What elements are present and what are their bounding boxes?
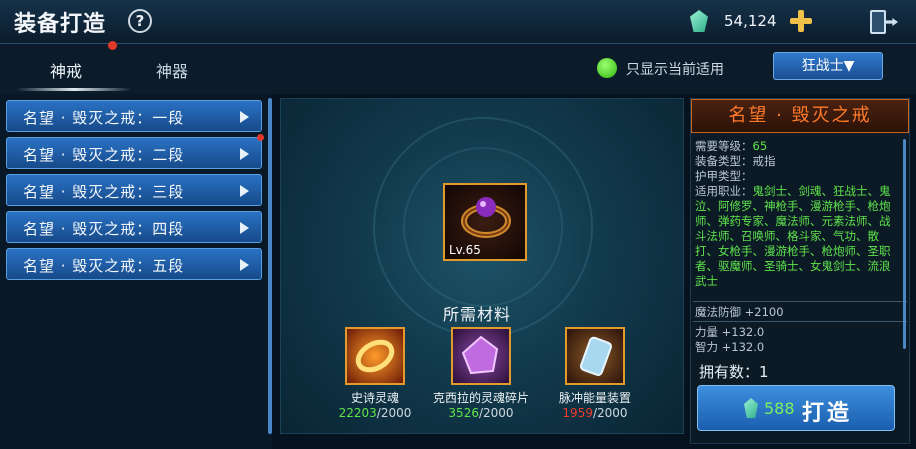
crafting-area: Lv.65 所需材料 史诗灵魂 22203/2000 克西拉的灵魂碎片 3526… [280, 98, 684, 434]
door-icon [870, 10, 886, 34]
recipe-list: 名望 · 毁灭之戒：一段 名望 · 毁灭之戒：二段 名望 · 毁灭之戒：三段 名… [0, 94, 272, 449]
jobs-label: 适用职业： [695, 184, 753, 198]
material-name: 史诗灵魂 [350, 391, 399, 405]
recipe-item[interactable]: 名望 · 毁灭之戒：一段 [6, 100, 262, 132]
currency-value: 54,124 [724, 12, 777, 30]
gem-currency-icon [690, 10, 708, 32]
recipe-item[interactable]: 名望 · 毁灭之戒：二段 [6, 137, 262, 169]
result-item-slot[interactable]: Lv.65 [443, 183, 527, 261]
recipe-item[interactable]: 名望 · 毁灭之戒：五段 [6, 248, 262, 280]
stat-strength: 力量 +132.0 [695, 325, 765, 339]
ring-icon [461, 197, 511, 238]
recipe-label: 名望 · 毁灭之戒：五段 [23, 257, 185, 275]
material-count: 22203/2000 [315, 406, 435, 420]
material-item[interactable]: 史诗灵魂 22203/2000 [315, 327, 435, 420]
tabs-bar: 神戒 神器 只显示当前适用 狂战士▼ [0, 41, 916, 94]
recipe-item[interactable]: 名望 · 毁灭之戒：四段 [6, 211, 262, 243]
item-level: Lv.65 [449, 243, 481, 257]
material-name: 脉冲能量装置 [558, 391, 631, 405]
notification-dot [108, 41, 117, 50]
top-bar: 装备打造 ? 54,124 [0, 0, 916, 44]
material-have: 3526 [448, 406, 479, 420]
epic-soul-icon [355, 339, 395, 373]
jobs-value: 鬼剑士、剑魂、狂战士、鬼泣、阿修罗、神枪手、漫游枪手、枪炮师、弹药专家、魔法师、… [695, 184, 891, 288]
material-count: 3526/2000 [421, 406, 541, 420]
soul-fragment-icon [461, 335, 499, 375]
material-count: 1959/2000 [535, 406, 655, 420]
stat-intelligence: 智力 +132.0 [695, 340, 765, 354]
page-title: 装备打造 [14, 12, 107, 37]
notification-dot [257, 134, 264, 141]
tab-ring[interactable]: 神戒 [50, 58, 82, 82]
craft-button[interactable]: 588 打造 [697, 385, 895, 431]
material-have: 1959 [562, 406, 593, 420]
material-item[interactable]: 脉冲能量装置 1959/2000 [535, 327, 655, 420]
material-slot [565, 327, 625, 385]
material-need: /2000 [376, 406, 412, 420]
play-arrow-icon [240, 259, 249, 271]
play-arrow-icon [240, 111, 249, 123]
divider [693, 321, 907, 322]
divider [693, 301, 907, 302]
recipe-label: 名望 · 毁灭之戒：一段 [23, 109, 185, 127]
required-level-label: 需要等级： [695, 139, 753, 153]
recipe-label: 名望 · 毁灭之戒：二段 [23, 146, 185, 164]
material-slot [451, 327, 511, 385]
filter-toggle[interactable] [597, 58, 617, 78]
craft-cost: 588 [764, 399, 795, 418]
play-arrow-icon [240, 222, 249, 234]
material-slot [345, 327, 405, 385]
item-name: 名望 · 毁灭之戒 [691, 99, 909, 133]
material-item[interactable]: 克西拉的灵魂碎片 3526/2000 [421, 327, 541, 420]
item-info-panel: 名望 · 毁灭之戒 需要等级：65 装备类型：戒指 护甲类型： 适用职业：鬼剑士… [690, 98, 910, 444]
recipe-label: 名望 · 毁灭之戒：四段 [23, 220, 185, 238]
required-level-value: 65 [752, 139, 768, 153]
applicable-jobs: 适用职业：鬼剑士、剑魂、狂战士、鬼泣、阿修罗、神枪手、漫游枪手、枪炮师、弹药专家… [695, 184, 899, 289]
add-currency-button[interactable] [788, 8, 814, 34]
required-level: 需要等级：65 [695, 139, 899, 154]
material-need: /2000 [592, 406, 628, 420]
material-need: /2000 [478, 406, 514, 420]
material-name: 克西拉的灵魂碎片 [432, 391, 529, 405]
help-icon[interactable]: ? [128, 9, 152, 33]
gem-currency-icon [744, 398, 758, 418]
craft-label: 打造 [802, 401, 853, 426]
recipe-list-scrollbar[interactable] [268, 98, 272, 434]
recipe-item[interactable]: 名望 · 毁灭之戒：三段 [6, 174, 262, 206]
recipe-label: 名望 · 毁灭之戒：三段 [23, 183, 185, 201]
info-scrollbar[interactable] [903, 139, 906, 349]
active-tab-indicator [16, 88, 132, 91]
magic-defense: 魔法防御 +2100 [695, 305, 784, 319]
filter-toggle-label: 只显示当前适用 [626, 62, 724, 78]
armor-type: 护甲类型： [695, 169, 753, 183]
tab-artifact[interactable]: 神器 [156, 58, 188, 82]
exit-button[interactable] [866, 8, 900, 36]
material-have: 22203 [338, 406, 377, 420]
exit-arrow-icon [884, 18, 898, 26]
play-arrow-icon [240, 185, 249, 197]
equip-type: 装备类型：戒指 [695, 154, 776, 168]
class-select[interactable]: 狂战士▼ [773, 52, 883, 80]
owned-count: 拥有数：1 [699, 363, 769, 381]
pulse-device-icon [579, 336, 612, 376]
materials-title: 所需材料 [443, 305, 512, 324]
play-arrow-icon [240, 148, 249, 160]
